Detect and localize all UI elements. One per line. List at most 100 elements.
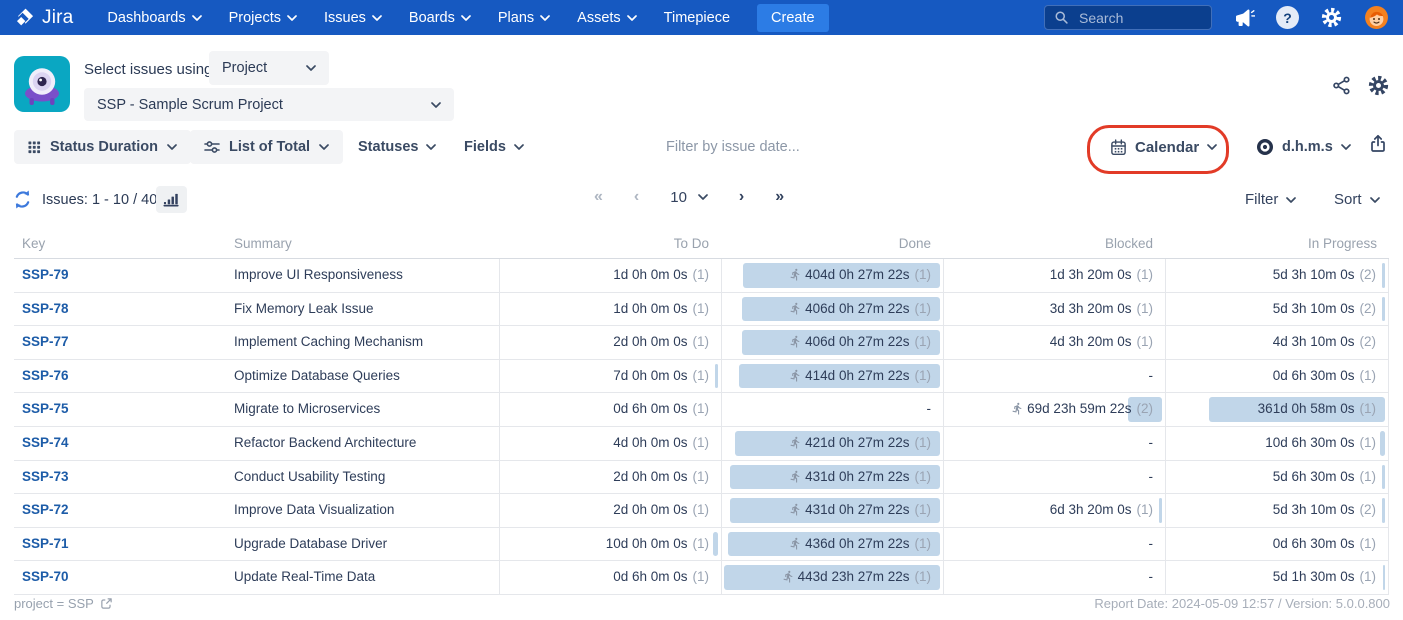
issue-key-link[interactable]: SSP-74	[22, 435, 69, 450]
issue-key-link[interactable]: SSP-72	[22, 502, 69, 517]
settings-gear-icon[interactable]	[1367, 74, 1390, 97]
duration-cell-todo: 7d 0h 0m 0s (1)	[499, 359, 721, 393]
issue-key-link[interactable]: SSP-75	[22, 401, 69, 416]
duration-cell-inprogress: 0d 6h 30m 0s (1)	[1165, 527, 1389, 561]
nav-item-plans[interactable]: Plans	[498, 10, 551, 26]
issue-summary: Conduct Usability Testing	[234, 468, 386, 484]
issue-key-cell: SSP-78	[14, 293, 234, 326]
issue-key-cell: SSP-74	[14, 427, 234, 460]
nav-right: ?	[1044, 5, 1389, 30]
nav-item-boards[interactable]: Boards	[409, 10, 471, 26]
column-header-todo[interactable]: To Do	[499, 229, 721, 258]
last-page-button[interactable]: »	[775, 188, 784, 206]
search-input[interactable]	[1077, 8, 1191, 27]
issue-key-link[interactable]: SSP-76	[22, 368, 69, 383]
chart-view-button[interactable]	[156, 186, 187, 213]
issue-key-link[interactable]: SSP-70	[22, 569, 69, 584]
column-header-blocked[interactable]: Blocked	[943, 229, 1165, 258]
duration-cell-blocked: 3d 3h 20m 0s (1)	[943, 292, 1165, 326]
nav-item-dashboards[interactable]: Dashboards	[107, 9, 202, 26]
running-status-icon	[790, 470, 800, 483]
filter-dropdown[interactable]: Filter	[1239, 190, 1302, 209]
issue-key-link[interactable]: SSP-78	[22, 301, 69, 316]
duration-cell-inprogress: 5d 3h 10m 0s (2)	[1165, 292, 1389, 326]
prev-page-button[interactable]: ‹	[634, 188, 639, 206]
calendar-dropdown[interactable]: Calendar	[1104, 133, 1223, 161]
issue-date-filter[interactable]: Filter by issue date...	[666, 130, 800, 164]
running-status-icon	[790, 537, 800, 550]
duration-format-dropdown[interactable]: d.h.m.s	[1250, 136, 1357, 158]
project-select[interactable]: SSP - Sample Scrum Project	[84, 88, 454, 121]
nav-item-label: Dashboards	[107, 9, 186, 26]
table-row: SSP-77 Implement Caching Mechanism 2d 0h 0…	[14, 326, 1389, 360]
status-duration-dropdown[interactable]: Status Duration	[14, 130, 191, 164]
issue-summary: Implement Caching Mechanism	[234, 334, 424, 350]
create-button[interactable]: Create	[757, 3, 829, 32]
gear-icon[interactable]	[1320, 6, 1343, 29]
issue-summary: Refactor Backend Architecture	[234, 434, 417, 450]
search-box[interactable]	[1044, 5, 1212, 30]
duration-cell-todo: 2d 0h 0m 0s (1)	[499, 326, 721, 359]
duration-cell-done: 431d 0h 27m 22s (1)	[721, 494, 943, 527]
statuses-label: Statuses	[358, 139, 419, 155]
page-size-dropdown[interactable]: 10	[670, 189, 708, 206]
duration-cell-inprogress: 5d 1h 30m 0s (1)	[1165, 561, 1389, 594]
chevron-down-icon	[626, 14, 637, 21]
help-icon[interactable]: ?	[1276, 6, 1299, 29]
chevron-down-icon	[287, 14, 297, 21]
fields-dropdown[interactable]: Fields	[458, 130, 530, 164]
table-row: SSP-78 Fix Memory Leak Issue 1d 0h 0m 0s (1…	[14, 292, 1389, 327]
user-avatar[interactable]	[1364, 5, 1389, 30]
next-page-button[interactable]: ›	[739, 188, 744, 206]
duration-value: 0d 6h 0m 0s (1)	[613, 401, 709, 417]
column-header-key[interactable]: Key	[14, 229, 234, 258]
list-of-total-dropdown[interactable]: List of Total	[190, 130, 344, 164]
issues-count-label: Issues: 1 - 10 / 40	[42, 192, 158, 208]
nav-item-label: Projects	[228, 9, 281, 26]
sort-dropdown[interactable]: Sort	[1328, 190, 1386, 209]
duration-cell-blocked: 69d 23h 59m 22s (2)	[943, 393, 1165, 426]
duration-cell-todo: 1d 0h 0m 0s (1)	[499, 259, 721, 292]
chevron-down-icon	[540, 14, 551, 21]
table-header: Key Summary To Do Done Blocked In Progre…	[14, 229, 1389, 259]
nav-item-assets[interactable]: Assets	[577, 10, 637, 26]
column-header-done[interactable]: Done	[721, 229, 943, 258]
duration-value: 431d 0h 27m 22s (1)	[722, 494, 943, 527]
duration-cell-blocked: -	[943, 426, 1165, 460]
export-button[interactable]	[1368, 133, 1388, 154]
issue-key-link[interactable]: SSP-77	[22, 334, 69, 349]
jql-query-link[interactable]: project = SSP	[14, 596, 113, 611]
running-status-icon	[790, 335, 800, 348]
issue-key-cell: SSP-76	[14, 360, 234, 393]
issue-key-cell: SSP-79	[14, 259, 234, 292]
duration-value: 3d 3h 20m 0s (1)	[1049, 300, 1153, 316]
column-header-inprogress[interactable]: In Progress	[1165, 229, 1389, 258]
issue-key-link[interactable]: SSP-71	[22, 536, 69, 551]
duration-value: 4d 0h 0m 0s (1)	[613, 434, 709, 450]
chevron-down-icon	[514, 144, 524, 150]
nav-item-timepiece[interactable]: Timepiece	[664, 10, 730, 26]
issue-summary: Update Real-Time Data	[234, 569, 376, 585]
list-of-total-label: List of Total	[229, 139, 311, 155]
statuses-dropdown[interactable]: Statuses	[352, 130, 442, 164]
duration-value: 406d 0h 27m 22s (1)	[722, 293, 943, 326]
first-page-button[interactable]: «	[594, 188, 603, 206]
nav-item-projects[interactable]: Projects	[229, 10, 297, 26]
issue-source-select[interactable]: Project	[209, 51, 329, 85]
issue-key-cell: SSP-77	[14, 326, 234, 359]
column-header-summary[interactable]: Summary	[234, 229, 499, 258]
jira-logo[interactable]: Jira	[14, 7, 73, 29]
duration-value: 2d 0h 0m 0s (1)	[613, 502, 709, 518]
chevron-down-icon	[372, 14, 382, 21]
duration-cell-done: 406d 0h 27m 22s (1)	[721, 326, 943, 359]
chevron-down-icon	[1207, 144, 1218, 150]
page-size-value: 10	[670, 188, 687, 206]
megaphone-icon[interactable]	[1233, 7, 1255, 29]
issue-key-link[interactable]: SSP-79	[22, 267, 69, 282]
share-icon[interactable]	[1331, 75, 1352, 96]
nav-item-issues[interactable]: Issues	[324, 10, 382, 26]
duration-value: 10d 6h 30m 0s (1)	[1265, 434, 1376, 450]
issue-key-link[interactable]: SSP-73	[22, 469, 69, 484]
duration-value: -	[1148, 434, 1154, 450]
refresh-button[interactable]	[12, 189, 33, 210]
